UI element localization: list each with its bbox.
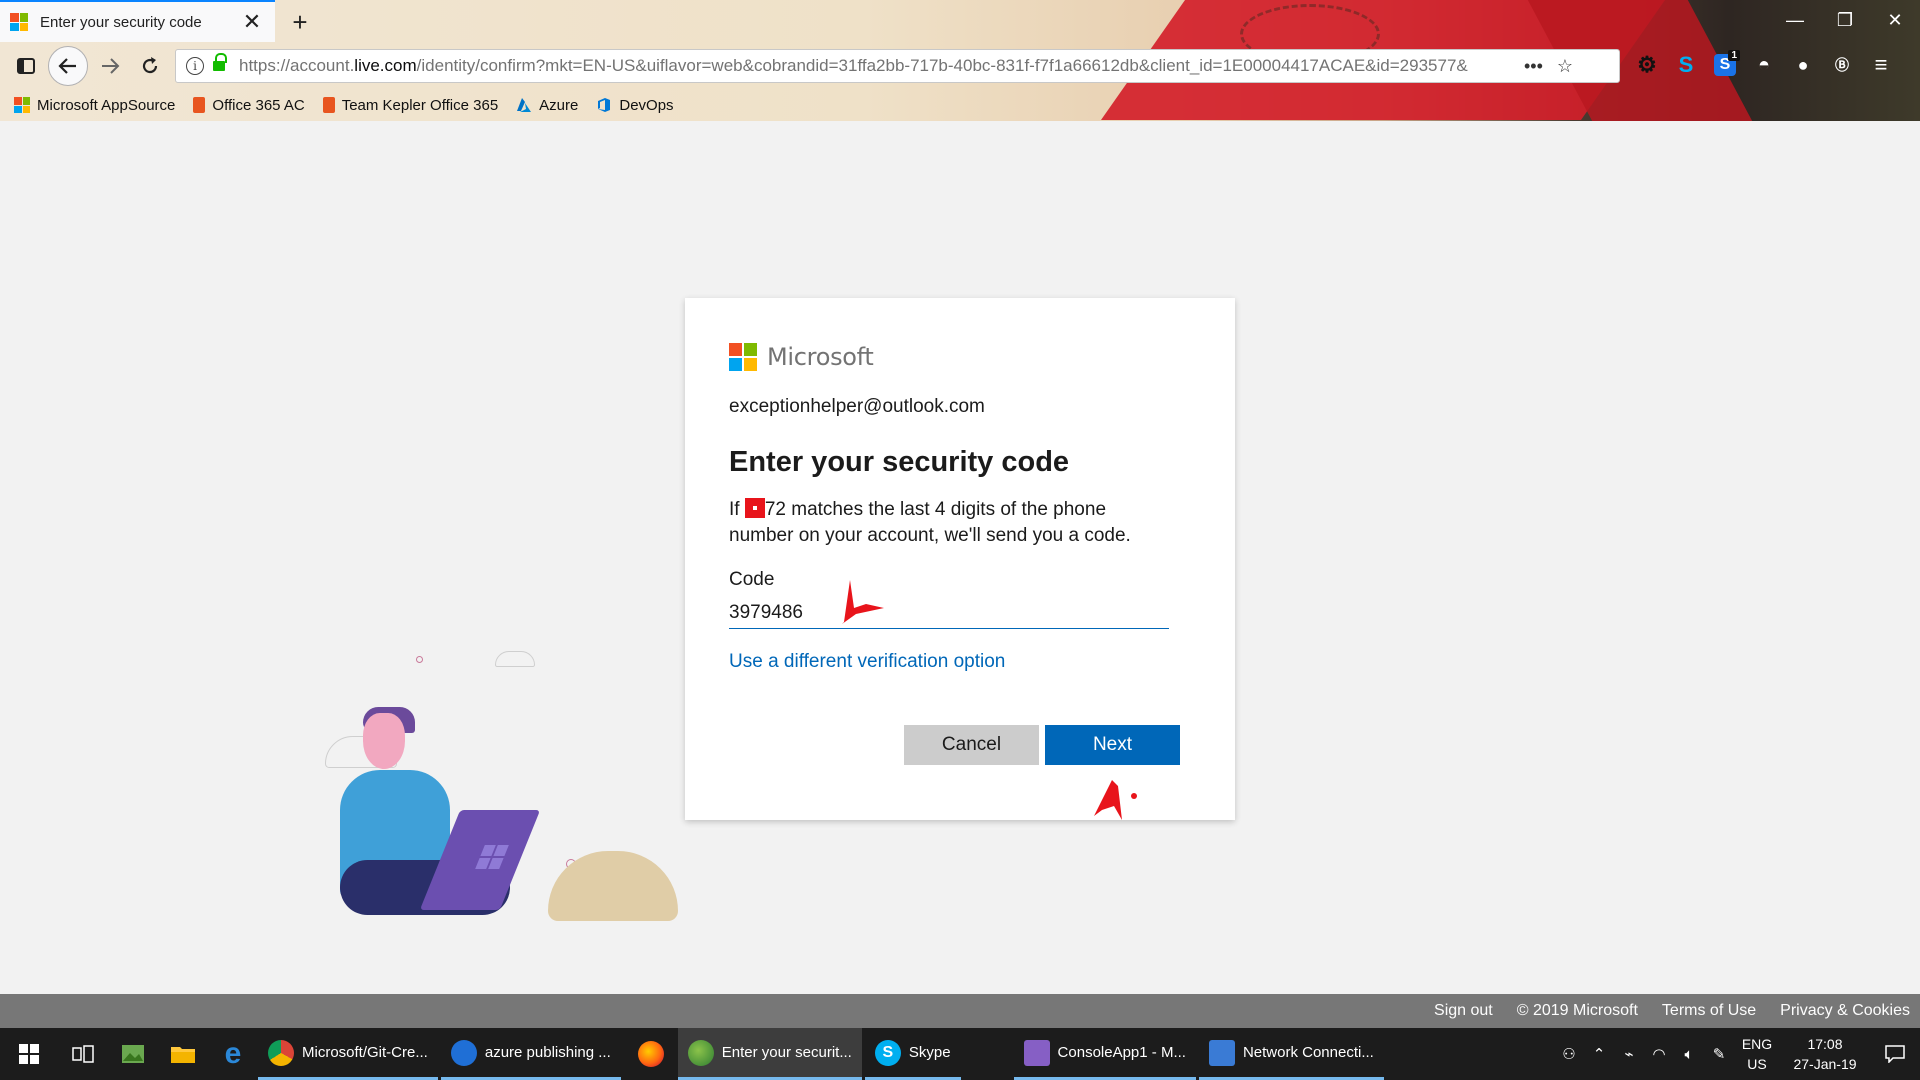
notification-center-icon[interactable] (1870, 1028, 1920, 1080)
microsoft-favicon-icon (10, 13, 28, 31)
windows-taskbar: e Microsoft/Git-Cre... azure publishing … (0, 1028, 1920, 1080)
secure-lock-icon[interactable] (213, 53, 227, 73)
network-connections-icon (1208, 1039, 1235, 1066)
next-button[interactable]: Next (1045, 725, 1180, 765)
sidebar-toggle-icon[interactable] (8, 48, 44, 84)
overflow-menu-icon[interactable]: ≡ (1866, 50, 1896, 80)
bookmark-office-365-ac[interactable]: Office 365 AC (193, 97, 305, 114)
site-info-icon[interactable]: i (186, 57, 204, 75)
bookmark-azure[interactable]: Azure (516, 97, 578, 114)
task-view-icon[interactable] (58, 1028, 108, 1080)
office-icon (193, 97, 206, 113)
taskbar-app-network[interactable]: Network Connecti... (1198, 1028, 1384, 1080)
close-tab-icon[interactable]: ✕ (237, 7, 267, 37)
bookmarks-toolbar: Microsoft AppSource Office 365 AC Team K… (0, 92, 1920, 118)
address-bar[interactable]: i https://account.live.com/identity/conf… (175, 49, 1620, 83)
illustration-person-head (363, 713, 405, 769)
reload-button[interactable] (132, 48, 168, 84)
chrome-icon (268, 1039, 294, 1066)
language-indicator[interactable]: ENG US (1734, 1034, 1780, 1074)
code-label: Code (729, 569, 775, 590)
forward-button[interactable] (92, 48, 128, 84)
devops-icon (598, 98, 611, 112)
back-button[interactable] (48, 46, 88, 86)
mask-extension-icon[interactable]: ◓ (1749, 50, 1779, 80)
instruction-text: If 72 matches the last 4 digits of the p… (729, 498, 1131, 546)
code-input[interactable] (729, 597, 1169, 629)
bookmark-devops[interactable]: DevOps (596, 97, 674, 114)
power-icon[interactable]: ⌁ (1614, 1045, 1644, 1063)
restore-button[interactable]: ❐ (1820, 0, 1870, 40)
firefox-dev-icon (450, 1039, 477, 1066)
annotation-arrow-code (842, 580, 884, 624)
show-hidden-icons-chevron-icon[interactable]: ⌃ (1584, 1045, 1614, 1063)
skype-extension-icon[interactable]: S (1671, 50, 1701, 80)
account-email: exceptionhelper@outlook.com (729, 396, 985, 417)
taskbar-app-chrome[interactable]: Microsoft/Git-Cre... (258, 1028, 438, 1080)
page-content: Microsoft exceptionhelper@outlook.com En… (0, 121, 1920, 994)
privacy-link[interactable]: Privacy & Cookies (1780, 1002, 1910, 1020)
copyright-text: © 2019 Microsoft (1516, 1002, 1638, 1019)
volume-icon[interactable]: 🔈︎ (1674, 1046, 1704, 1063)
browser-chrome: Enter your security code ✕ + — ❐ ✕ i htt… (0, 0, 1920, 121)
terms-link[interactable]: Terms of Use (1662, 1002, 1756, 1020)
brand-name: Microsoft (767, 343, 874, 371)
bookmark-microsoft-appsource[interactable]: Microsoft AppSource (14, 97, 175, 114)
taskbar-app-visual-studio[interactable]: ConsoleApp1 - M... (1013, 1028, 1196, 1080)
microsoft-logo: Microsoft (729, 342, 1191, 372)
annotation-arrow-next (1094, 780, 1137, 820)
office-icon (322, 97, 335, 113)
taskbar-app-skype[interactable]: S Skype (864, 1028, 961, 1080)
people-icon[interactable]: ⚇ (1554, 1045, 1584, 1063)
photos-app-icon[interactable] (108, 1028, 158, 1080)
navigation-toolbar: i https://account.live.com/identity/conf… (0, 44, 1920, 88)
sharepoint-extension-icon[interactable]: S1 (1714, 50, 1740, 76)
azure-icon (517, 98, 532, 112)
firefox-icon[interactable] (624, 1028, 678, 1080)
bookmark-team-kepler[interactable]: Team Kepler Office 365 (322, 97, 498, 114)
skype-icon: S (874, 1039, 901, 1066)
bookmark-star-icon[interactable]: ☆ (1557, 56, 1573, 77)
minimize-button[interactable]: — (1770, 0, 1820, 40)
page-title: Enter your security code (729, 446, 1070, 478)
browser-tab-active[interactable]: Enter your security code ✕ (0, 0, 275, 42)
drop-extension-icon[interactable]: ● (1788, 50, 1818, 80)
profile-extension-icon[interactable]: Ⓑ (1827, 50, 1857, 80)
new-tab-button[interactable]: + (284, 6, 316, 38)
start-button[interactable] (0, 1028, 58, 1080)
cloud-decoration (495, 651, 535, 667)
tab-title: Enter your security code (40, 13, 202, 31)
different-verification-link[interactable]: Use a different verification option (729, 651, 1005, 673)
cancel-button[interactable]: Cancel (904, 725, 1039, 765)
window-controls: — ❐ ✕ (1770, 0, 1920, 40)
page-actions-icon[interactable]: ••• (1524, 56, 1543, 77)
file-explorer-icon[interactable] (158, 1028, 208, 1080)
windows-logo-icon (14, 97, 30, 113)
taskbar-app-firefox-azure[interactable]: azure publishing ... (440, 1028, 621, 1080)
system-tray: ⚇ ⌃ ⌁ ◠ 🔈︎ ✎ ENG US 17:08 27-Jan-19 (1554, 1028, 1920, 1080)
edge-browser-icon[interactable]: e (208, 1028, 258, 1080)
close-window-button[interactable]: ✕ (1870, 0, 1920, 40)
visual-studio-icon (1023, 1039, 1050, 1066)
extension-icons: ⚙ S S1 ◓ ● Ⓑ ≡ (1632, 50, 1896, 80)
url-text[interactable]: https://account.live.com/identity/confir… (239, 56, 1514, 76)
pen-icon[interactable]: ✎ (1704, 1045, 1734, 1063)
windows-start-icon (19, 1044, 39, 1064)
globe-icon (687, 1039, 714, 1066)
settings-gear-icon[interactable]: ⚙ (1632, 50, 1662, 80)
redaction-mark (744, 498, 765, 518)
security-code-card: Microsoft exceptionhelper@outlook.com En… (685, 298, 1235, 820)
microsoft-logo-icon (729, 343, 757, 371)
taskbar-app-active-browser[interactable]: Enter your securit... (677, 1028, 862, 1080)
clock[interactable]: 17:08 27-Jan-19 (1780, 1034, 1870, 1074)
sign-out-link[interactable]: Sign out (1434, 1002, 1493, 1020)
dot-decoration (416, 656, 423, 663)
page-footer: Sign out © 2019 Microsoft Terms of Use P… (0, 994, 1920, 1028)
wifi-icon[interactable]: ◠ (1644, 1045, 1674, 1063)
button-row: Cancel Next (904, 725, 1180, 765)
